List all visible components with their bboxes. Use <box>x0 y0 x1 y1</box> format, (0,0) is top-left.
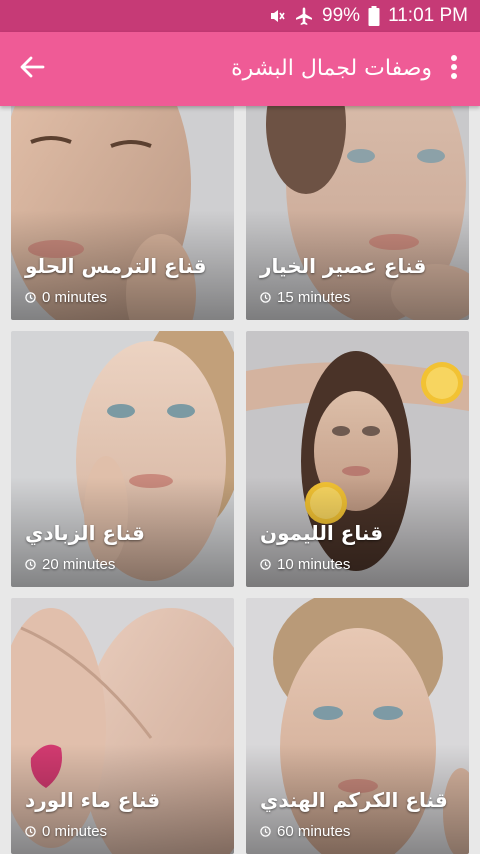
recipe-time: 15 minutes <box>260 289 350 306</box>
recipe-title: قناع الزبادي <box>25 521 145 545</box>
clock-icon <box>25 559 36 570</box>
recipe-title: قناع ماء الورد <box>25 788 161 812</box>
page-title: وصفات لجمال البشرة <box>231 56 432 81</box>
recipe-card[interactable]: قناع ماء الورد 0 minutes <box>11 598 234 854</box>
recipe-time: 10 minutes <box>260 556 350 573</box>
recipe-time: 0 minutes <box>25 289 107 306</box>
mute-icon <box>268 7 286 25</box>
recipe-time: 60 minutes <box>260 823 350 840</box>
recipe-time-label: 0 minutes <box>42 289 108 306</box>
recipe-time-label: 15 minutes <box>277 289 351 306</box>
recipe-time-label: 60 minutes <box>277 823 351 840</box>
battery-percent: 99% <box>322 5 361 26</box>
recipe-time-label: 0 minutes <box>42 823 108 840</box>
clock-time: 11:01 PM <box>388 5 468 26</box>
recipe-card[interactable]: قناع الزبادي 20 minutes <box>11 331 234 587</box>
status-bar: 99% 11:01 PM <box>0 0 480 32</box>
arrow-left-icon <box>19 54 45 84</box>
clock-icon <box>260 559 271 570</box>
recipe-title: قناع عصير الخيار <box>260 254 427 278</box>
clock-icon <box>25 292 36 303</box>
recipe-card[interactable]: قناع عصير الخيار 15 minutes <box>246 106 469 320</box>
back-button[interactable] <box>14 51 50 87</box>
overflow-menu-button[interactable] <box>440 51 468 87</box>
recipe-grid: قناع الترمس الحلو 0 minutes قناع عصير ال… <box>0 106 480 854</box>
clock-icon <box>25 826 36 837</box>
recipe-title: قناع الترمس الحلو <box>25 254 207 278</box>
recipe-card[interactable]: قناع الترمس الحلو 0 minutes <box>11 106 234 320</box>
recipe-time-label: 20 minutes <box>42 556 116 573</box>
clock-icon <box>260 292 271 303</box>
recipe-card[interactable]: قناع الليمون 10 minutes <box>246 331 469 587</box>
recipe-title: قناع الليمون <box>260 521 384 545</box>
recipe-time: 0 minutes <box>25 823 107 840</box>
recipe-title: قناع الكركم الهندي <box>260 788 448 812</box>
recipe-time: 20 minutes <box>25 556 115 573</box>
app-bar: وصفات لجمال البشرة <box>0 32 480 106</box>
more-vert-icon <box>450 54 458 84</box>
airplane-icon <box>294 6 314 26</box>
battery-icon <box>368 6 380 26</box>
recipe-time-label: 10 minutes <box>277 556 351 573</box>
recipe-card[interactable]: قناع الكركم الهندي 60 minutes <box>246 598 469 854</box>
clock-icon <box>260 826 271 837</box>
